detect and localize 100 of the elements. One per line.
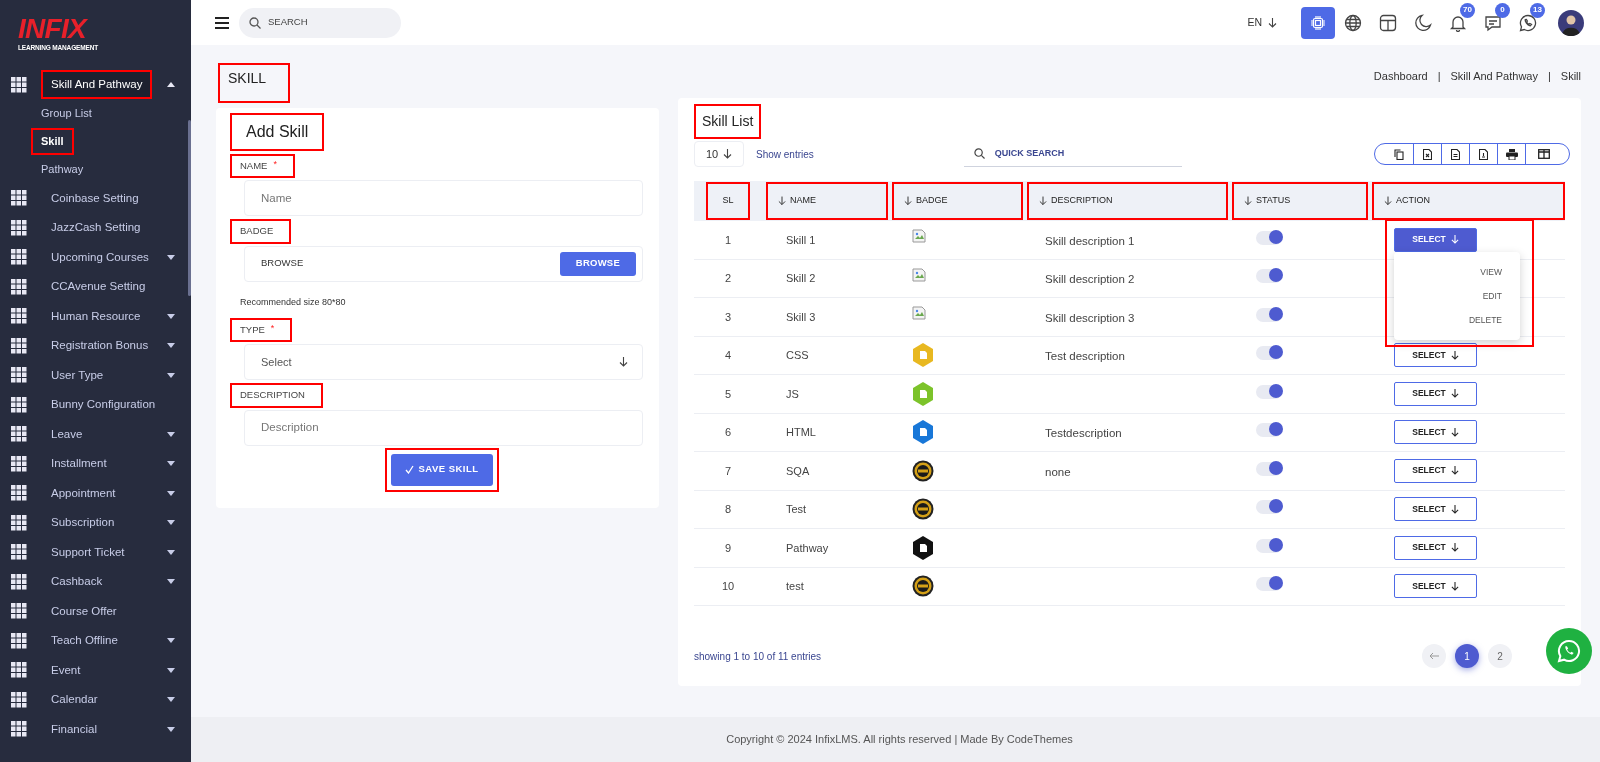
sidebar-item[interactable]: Installment	[41, 449, 117, 479]
page-button[interactable]: 1	[1455, 644, 1479, 668]
column-header[interactable]: SL	[706, 182, 750, 220]
scrollbar[interactable]	[188, 120, 191, 296]
globe-icon	[1344, 13, 1362, 32]
caret-down-icon[interactable]	[167, 697, 175, 703]
caret-down-icon[interactable]	[167, 520, 175, 526]
column-header[interactable]: STATUS	[1232, 182, 1368, 220]
toggle-switch[interactable]	[1256, 307, 1282, 322]
sidebar-item[interactable]: Course Offer	[41, 596, 127, 626]
breadcrumb-link[interactable]: Dashboard	[1373, 68, 1428, 85]
select-field[interactable]: Select	[244, 344, 643, 381]
file-field[interactable]: BROWSE BROWSE	[244, 245, 643, 282]
table-cell-text: 7	[724, 463, 732, 479]
toggle-switch[interactable]	[1256, 384, 1282, 399]
file-icon	[1479, 148, 1488, 160]
language-label: EN	[1247, 14, 1262, 30]
grid-icon	[11, 691, 27, 708]
caret-down-icon[interactable]	[167, 638, 175, 644]
toolbar-button[interactable]	[1301, 6, 1335, 39]
page-size-select[interactable]: 10	[694, 141, 744, 167]
quick-search-field[interactable]: QUICK SEARCH	[963, 141, 1182, 167]
caret-up-icon[interactable]	[167, 82, 175, 88]
breadcrumb-link[interactable]: Skill	[1560, 68, 1581, 85]
language-selector[interactable]: EN	[1247, 14, 1277, 31]
save-button[interactable]: SAVE SKILL	[390, 453, 493, 486]
column-header[interactable]: BADGE	[892, 182, 1023, 220]
page-button[interactable]: 2	[1488, 644, 1512, 668]
sidebar-item[interactable]: Coinbase Setting	[41, 183, 149, 213]
toggle-switch[interactable]	[1256, 500, 1282, 515]
caret-down-icon[interactable]	[167, 254, 175, 260]
sidebar-item[interactable]: Support Ticket	[41, 537, 135, 567]
menu-icon[interactable]	[215, 16, 229, 29]
caret-down-icon[interactable]	[167, 431, 175, 437]
input-field[interactable]: Description	[244, 409, 643, 446]
caret-down-icon[interactable]	[167, 549, 175, 555]
caret-down-icon[interactable]	[167, 579, 175, 585]
sidebar-item[interactable]: Cashback	[41, 567, 113, 597]
search-field[interactable]: SEARCH	[239, 7, 401, 38]
toggle-switch[interactable]	[1256, 230, 1282, 245]
menu-item[interactable]: EDIT	[1482, 283, 1502, 308]
sidebar-item[interactable]: Subscription	[41, 508, 125, 538]
menu-item[interactable]: DELETE	[1468, 307, 1502, 332]
select-dropdown-button[interactable]: SELECT	[1394, 420, 1477, 445]
caret-down-icon[interactable]	[167, 726, 175, 732]
entries-summary: showing 1 to 10 of 11 entries	[694, 649, 822, 664]
avatar[interactable]	[1558, 9, 1584, 36]
caret-down-icon[interactable]	[167, 461, 175, 467]
toggle-switch[interactable]	[1256, 461, 1282, 476]
sidebar-item[interactable]: Skill And Pathway	[41, 70, 153, 100]
caret-down-icon[interactable]	[167, 667, 175, 673]
sidebar-item[interactable]: CCAvenue Setting	[41, 272, 156, 302]
input-placeholder: Description	[261, 419, 319, 435]
breadcrumb-link[interactable]: Skill And Pathway	[1450, 68, 1538, 85]
sidebar-item[interactable]: Calendar	[41, 685, 108, 715]
sidebar-subitem[interactable]: Group List	[31, 100, 102, 127]
select-dropdown-button[interactable]: SELECT	[1394, 497, 1477, 522]
toggle-switch[interactable]	[1256, 423, 1282, 438]
menu-item[interactable]: VIEW	[1480, 259, 1502, 284]
column-header[interactable]: NAME	[766, 182, 888, 220]
sidebar-subitem[interactable]: Skill	[31, 128, 74, 155]
input-field[interactable]: Name	[244, 180, 643, 217]
browse-button[interactable]: BROWSE	[559, 251, 636, 276]
grid-icon	[11, 603, 27, 620]
quick-search-placeholder: QUICK SEARCH	[994, 146, 1065, 160]
toggle-switch[interactable]	[1256, 346, 1282, 361]
select-dropdown-button[interactable]: SELECT	[1394, 381, 1477, 406]
toggle-switch[interactable]	[1256, 269, 1282, 284]
sidebar-item[interactable]: Registration Bonus	[41, 331, 159, 361]
toggle-switch[interactable]	[1256, 577, 1282, 592]
column-header[interactable]: DESCRIPTION	[1027, 182, 1228, 220]
whatsapp-icon	[1557, 639, 1581, 663]
count-badge: 13	[1530, 2, 1545, 18]
grid-icon	[11, 76, 27, 93]
select-dropdown-button[interactable]: SELECT	[1394, 227, 1477, 252]
caret-down-icon[interactable]	[167, 343, 175, 349]
sidebar-item[interactable]: JazzCash Setting	[41, 213, 151, 243]
select-dropdown-button[interactable]: SELECT	[1394, 343, 1477, 368]
sidebar-subitem[interactable]: Pathway	[31, 156, 94, 183]
field-label-text: NAME	[240, 159, 268, 173]
caret-down-icon[interactable]	[167, 372, 175, 378]
toggle-switch[interactable]	[1256, 538, 1282, 553]
sidebar-item[interactable]: Financial	[41, 714, 108, 744]
sidebar-item[interactable]: Appointment	[41, 478, 126, 508]
sidebar-item[interactable]: Upcoming Courses	[41, 242, 159, 272]
page-size-value: 10	[705, 146, 719, 162]
sidebar-item[interactable]: Bunny Configuration	[41, 390, 166, 420]
select-dropdown-button[interactable]: SELECT	[1394, 458, 1477, 483]
caret-down-icon[interactable]	[167, 490, 175, 496]
sidebar-item[interactable]: Event	[41, 655, 91, 685]
sidebar-item[interactable]: Human Resource	[41, 301, 151, 331]
caret-down-icon[interactable]	[167, 313, 175, 319]
select-dropdown-button[interactable]: SELECT	[1394, 574, 1477, 599]
broken-image-icon	[912, 229, 926, 243]
select-dropdown-button[interactable]: SELECT	[1394, 535, 1477, 560]
sidebar-item[interactable]: Teach Offline	[41, 626, 128, 656]
sidebar-item[interactable]: Leave	[41, 419, 93, 449]
column-header[interactable]: ACTION	[1372, 182, 1565, 220]
sidebar-item[interactable]: User Type	[41, 360, 114, 390]
table-cell-text: Test	[785, 502, 808, 517]
